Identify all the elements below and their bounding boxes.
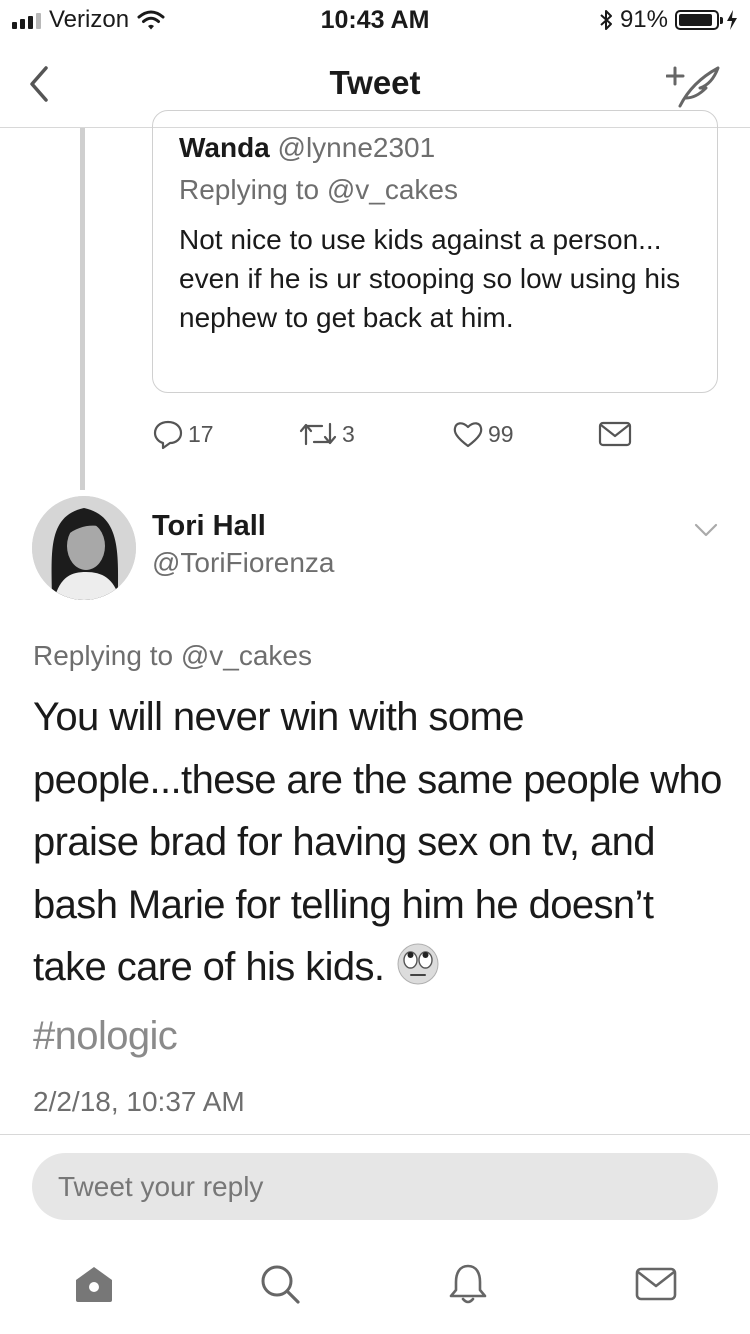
tab-search[interactable]: [258, 1262, 302, 1306]
tweet-timestamp: 2/2/18, 10:37 AM: [33, 1086, 245, 1117]
home-icon: [76, 1267, 112, 1302]
more-options-button[interactable]: [692, 516, 720, 544]
reply-action[interactable]: 17: [152, 418, 214, 450]
heart-icon: [453, 422, 483, 448]
author-name[interactable]: Tori Hall: [152, 510, 266, 543]
tab-messages[interactable]: [634, 1262, 678, 1306]
parent-tweet-header: Wanda @lynne2301: [179, 132, 691, 164]
thread-connector: [80, 128, 85, 490]
avatar[interactable]: [32, 496, 136, 600]
like-count: 99: [488, 420, 514, 447]
parent-replying-to: Replying to @v_cakes: [179, 174, 459, 205]
rolling-eyes-emoji-icon: [396, 942, 440, 1005]
reply-input[interactable]: Tweet your reply: [32, 1153, 718, 1220]
status-right: 91%: [599, 6, 738, 34]
notifications-bell-icon: [449, 1264, 487, 1304]
retweet-action[interactable]: 3: [298, 418, 355, 450]
compose-tweet-button[interactable]: [665, 58, 726, 110]
parent-author-handle: @lynne2301: [277, 132, 436, 163]
battery-icon: [675, 10, 723, 30]
parent-author-name: Wanda: [179, 132, 270, 163]
direct-message-action[interactable]: [598, 418, 632, 450]
tab-home[interactable]: [72, 1262, 116, 1306]
retweet-count: 3: [342, 420, 355, 447]
envelope-icon: [598, 421, 632, 447]
battery-fill: [679, 14, 712, 26]
divider: [0, 1134, 750, 1135]
parent-tweet-text: Not nice to use kids against a person...…: [179, 224, 681, 333]
tab-bar: [0, 1240, 750, 1334]
tab-notifications[interactable]: [446, 1262, 490, 1306]
messages-envelope-icon: [635, 1267, 677, 1301]
parent-tweet-card[interactable]: Wanda @lynne2301 Replying to @v_cakes No…: [152, 110, 718, 393]
main-replying-to: Replying to @v_cakes: [33, 640, 313, 671]
main-tweet-body: You will never win with some people...th…: [33, 695, 722, 989]
chevron-down-icon: [694, 523, 718, 537]
hashtag-link[interactable]: #nologic: [33, 1014, 178, 1058]
reply-count: 17: [188, 420, 214, 447]
retweet-icon: [299, 422, 337, 446]
battery-percent: 91%: [619, 6, 668, 33]
author-handle[interactable]: @ToriFiorenza: [152, 547, 334, 579]
compose-tweet-icon: [665, 66, 720, 108]
avatar-photo: [32, 496, 136, 600]
status-bar: Verizon 10:43 AM 91%: [0, 0, 750, 40]
page-title: Tweet: [329, 64, 421, 101]
reply-icon: [153, 420, 183, 450]
like-action[interactable]: 99: [452, 418, 514, 450]
bluetooth-icon: [600, 10, 612, 30]
charging-bolt-icon: [727, 10, 737, 30]
tweet-actions: 17 3 99: [152, 418, 652, 452]
search-icon: [261, 1265, 300, 1304]
main-tweet-text: You will never win with some people...th…: [33, 686, 723, 1067]
